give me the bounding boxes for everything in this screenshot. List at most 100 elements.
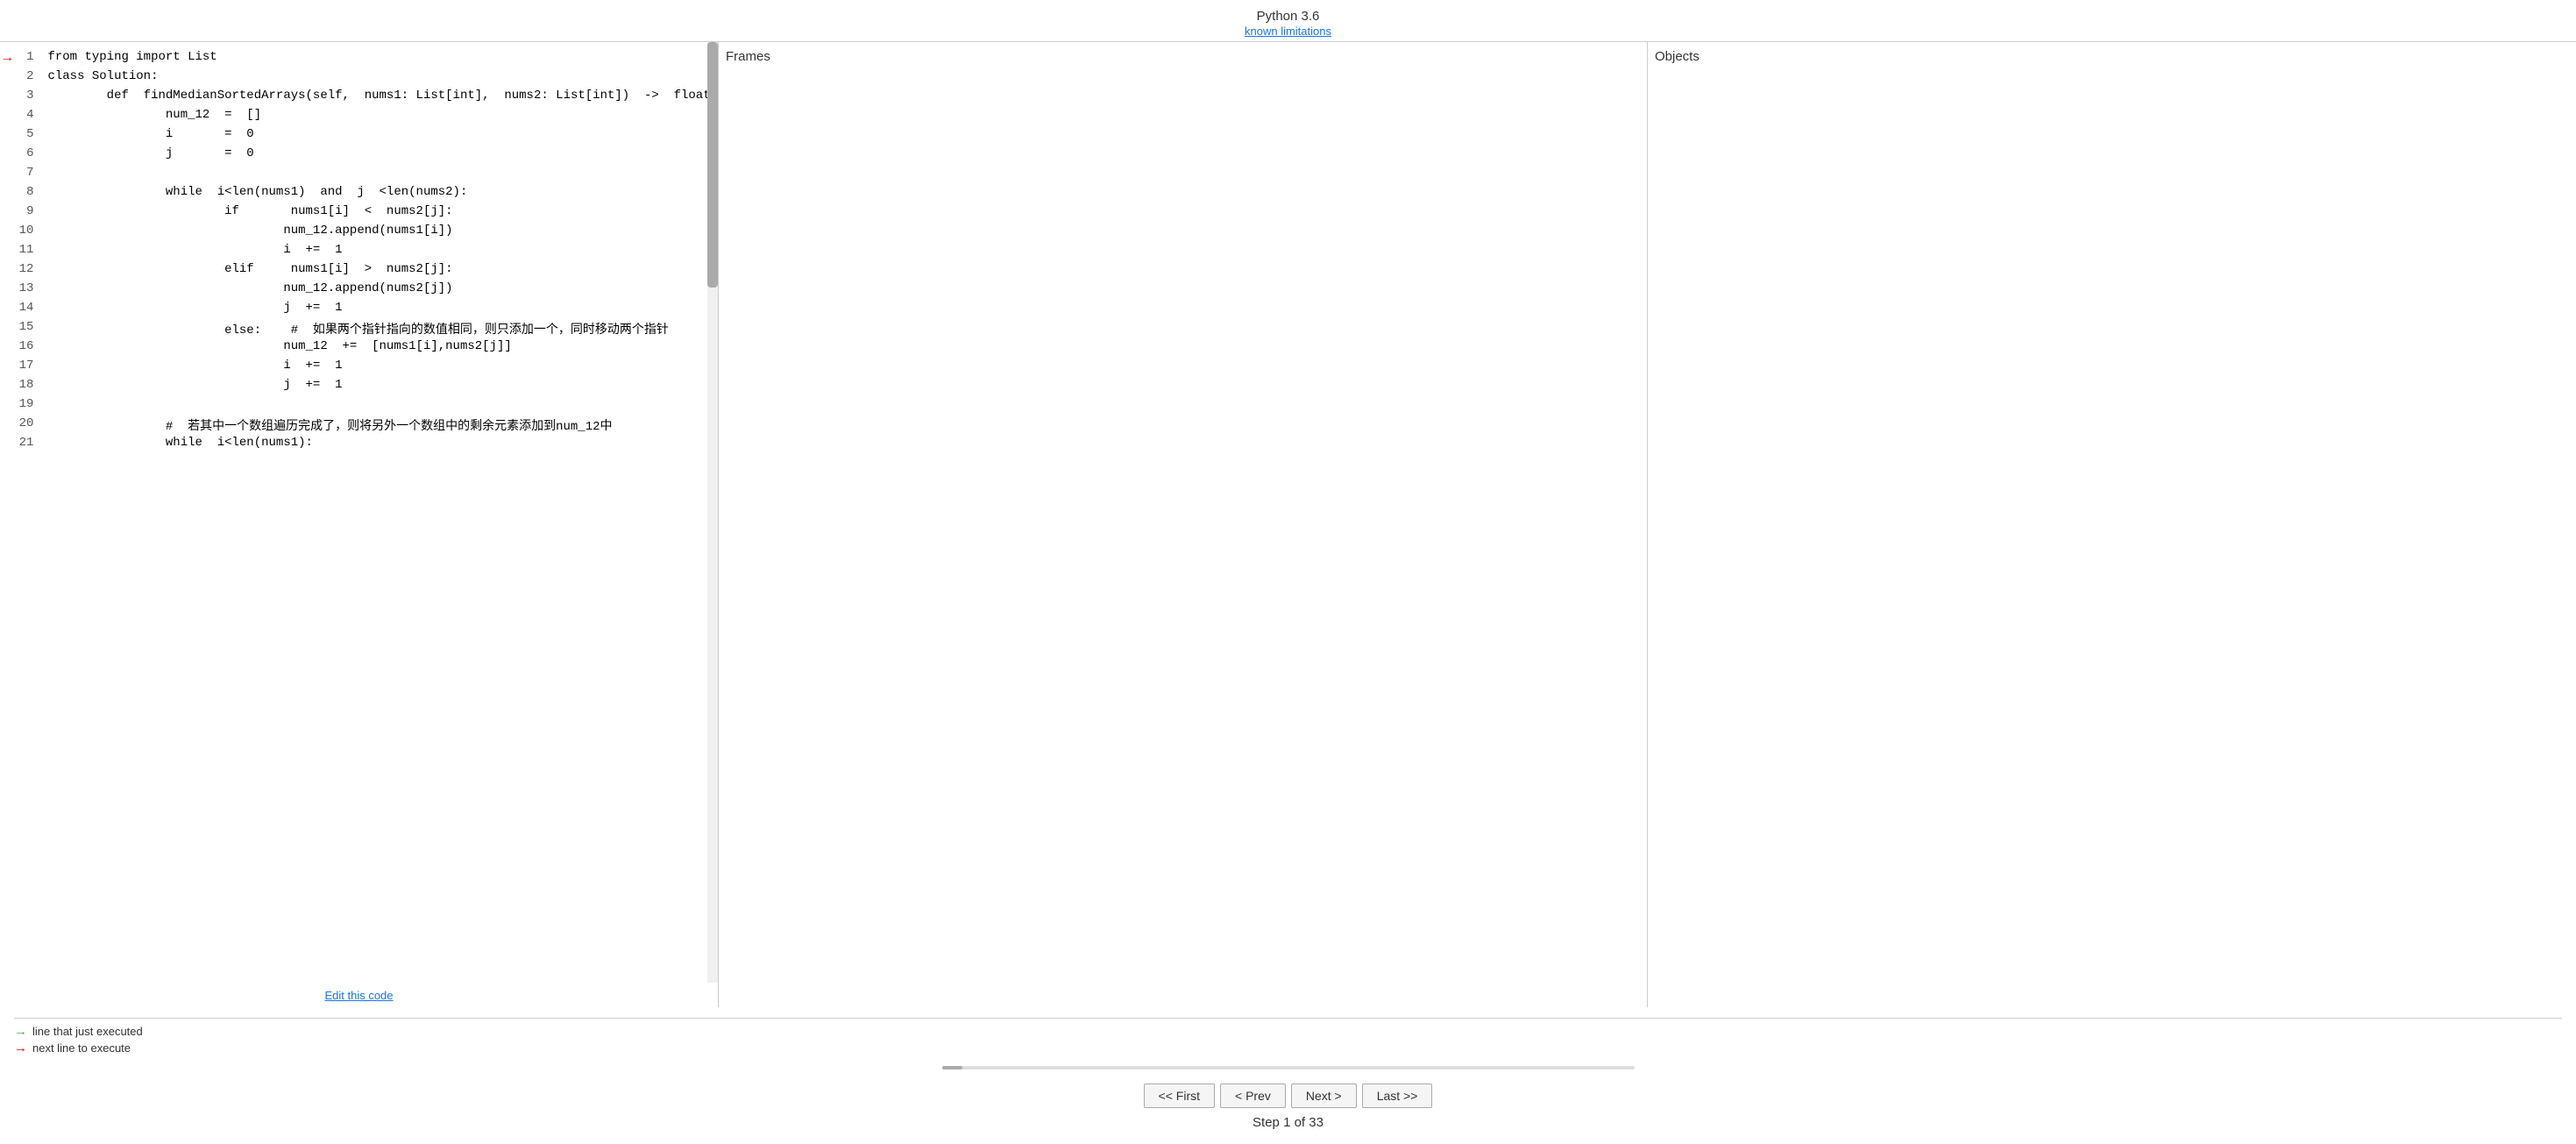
line-number: 9 xyxy=(14,203,44,223)
arrow-cell xyxy=(0,88,14,107)
red-arrow-icon: → xyxy=(14,1041,27,1055)
legend-area: → line that just executed → next line to… xyxy=(0,1007,2576,1062)
code-line-text: def findMedianSortedArrays(self, nums1: … xyxy=(44,88,718,107)
objects-header: Objects xyxy=(1655,49,2569,64)
objects-panel: Objects xyxy=(1648,42,2576,1007)
table-row: 4 num_12 = [] xyxy=(0,107,718,126)
line-number: 16 xyxy=(14,338,44,358)
arrow-cell xyxy=(0,281,14,300)
last-button[interactable]: Last >> xyxy=(1362,1084,1433,1108)
arrow-cell xyxy=(0,377,14,396)
line-number: 17 xyxy=(14,358,44,377)
arrow-cell xyxy=(0,416,14,435)
table-row: 6 j = 0 xyxy=(0,146,718,165)
slider-container xyxy=(0,1062,2576,1073)
legend-red: → next line to execute xyxy=(14,1041,2562,1055)
table-row: 2class Solution: xyxy=(0,68,718,88)
table-row: 7 xyxy=(0,165,718,184)
line-number: 7 xyxy=(14,165,44,184)
prev-button[interactable]: < Prev xyxy=(1220,1084,1286,1108)
line-number: 5 xyxy=(14,126,44,146)
table-row: 3 def findMedianSortedArrays(self, nums1… xyxy=(0,88,718,107)
line-number: 21 xyxy=(14,435,44,454)
right-panels: Frames Objects xyxy=(719,42,2576,1007)
frames-header: Frames xyxy=(726,49,1640,64)
arrow-cell xyxy=(0,261,14,281)
current-line-arrow: → xyxy=(3,50,11,66)
red-legend-label: next line to execute xyxy=(32,1041,131,1055)
first-button[interactable]: << First xyxy=(1144,1084,1215,1108)
table-row: 12 elif nums1[i] > nums2[j]: xyxy=(0,261,718,281)
table-row: →1from typing import List xyxy=(0,49,718,68)
edit-code-link[interactable]: Edit this code xyxy=(324,989,393,1002)
frames-panel: Frames xyxy=(719,42,1648,1007)
line-number: 12 xyxy=(14,261,44,281)
code-line-text: # 若其中一个数组遍历完成了，则将另外一个数组中的剩余元素添加到num_12中 xyxy=(44,416,718,435)
code-line-text: num_12.append(nums1[i]) xyxy=(44,223,718,242)
page-container: Python 3.6 known limitations →1from typi… xyxy=(0,0,2576,1144)
table-row: 20 # 若其中一个数组遍历完成了，则将另外一个数组中的剩余元素添加到num_1… xyxy=(0,416,718,435)
code-line-text: i += 1 xyxy=(44,358,718,377)
legend-green: → line that just executed xyxy=(14,1024,2562,1039)
arrow-cell xyxy=(0,126,14,146)
code-line-text: i += 1 xyxy=(44,242,718,261)
line-number: 20 xyxy=(14,416,44,435)
scrollbar-thumb[interactable] xyxy=(707,42,718,288)
code-line-text: class Solution: xyxy=(44,68,718,88)
arrow-cell xyxy=(0,165,14,184)
arrow-cell xyxy=(0,435,14,454)
table-row: 18 j += 1 xyxy=(0,377,718,396)
next-button[interactable]: Next > xyxy=(1291,1084,1357,1108)
line-number: 1 xyxy=(14,49,44,68)
header: Python 3.6 known limitations xyxy=(0,0,2576,42)
arrow-cell xyxy=(0,146,14,165)
arrow-cell xyxy=(0,107,14,126)
code-line-text: else: # 如果两个指针指向的数值相同，则只添加一个，同时移动两个指针 xyxy=(44,319,718,338)
green-arrow-icon: → xyxy=(14,1024,27,1039)
table-row: 5 i = 0 xyxy=(0,126,718,146)
slider-fill xyxy=(942,1066,963,1069)
line-number: 15 xyxy=(14,319,44,338)
table-row: 11 i += 1 xyxy=(0,242,718,261)
arrow-cell xyxy=(0,68,14,88)
table-row: 13 num_12.append(nums2[j]) xyxy=(0,281,718,300)
arrow-cell xyxy=(0,319,14,338)
code-line-text: from typing import List xyxy=(44,49,718,68)
python-version: Python 3.6 xyxy=(0,9,2576,24)
code-line-text: num_12 = [] xyxy=(44,107,718,126)
line-number: 10 xyxy=(14,223,44,242)
table-row: 21 while i<len(nums1): xyxy=(0,435,718,454)
line-number: 19 xyxy=(14,396,44,416)
code-area[interactable]: →1from typing import List2class Solution… xyxy=(0,42,718,983)
known-limitations-link[interactable]: known limitations xyxy=(1245,25,1331,38)
nav-buttons: << First < Prev Next > Last >> xyxy=(1144,1084,1433,1108)
line-number: 18 xyxy=(14,377,44,396)
table-row: 15 else: # 如果两个指针指向的数值相同，则只添加一个，同时移动两个指针 xyxy=(0,319,718,338)
table-row: 17 i += 1 xyxy=(0,358,718,377)
code-line-text: j += 1 xyxy=(44,300,718,319)
main-content: →1from typing import List2class Solution… xyxy=(0,42,2576,1007)
scrollbar-track[interactable] xyxy=(707,42,718,983)
arrow-cell xyxy=(0,242,14,261)
arrow-cell xyxy=(0,184,14,203)
code-line-text: if nums1[i] < nums2[j]: xyxy=(44,203,718,223)
code-line-text: while i<len(nums1) and j <len(nums2): xyxy=(44,184,718,203)
line-number: 14 xyxy=(14,300,44,319)
code-line-text xyxy=(44,396,718,416)
slider-track[interactable] xyxy=(942,1066,1635,1069)
line-number: 8 xyxy=(14,184,44,203)
arrow-cell xyxy=(0,203,14,223)
table-row: 19 xyxy=(0,396,718,416)
line-number: 2 xyxy=(14,68,44,88)
table-row: 14 j += 1 xyxy=(0,300,718,319)
footer: << First < Prev Next > Last >> Step 1 of… xyxy=(0,1073,2576,1144)
code-line-text: num_12 += [nums1[i],nums2[j]] xyxy=(44,338,718,358)
arrow-cell xyxy=(0,300,14,319)
separator-line xyxy=(14,1018,2562,1019)
code-table: →1from typing import List2class Solution… xyxy=(0,49,718,454)
table-row: 16 num_12 += [nums1[i],nums2[j]] xyxy=(0,338,718,358)
code-line-text: i = 0 xyxy=(44,126,718,146)
arrow-cell xyxy=(0,223,14,242)
code-line-text: elif nums1[i] > nums2[j]: xyxy=(44,261,718,281)
line-number: 4 xyxy=(14,107,44,126)
